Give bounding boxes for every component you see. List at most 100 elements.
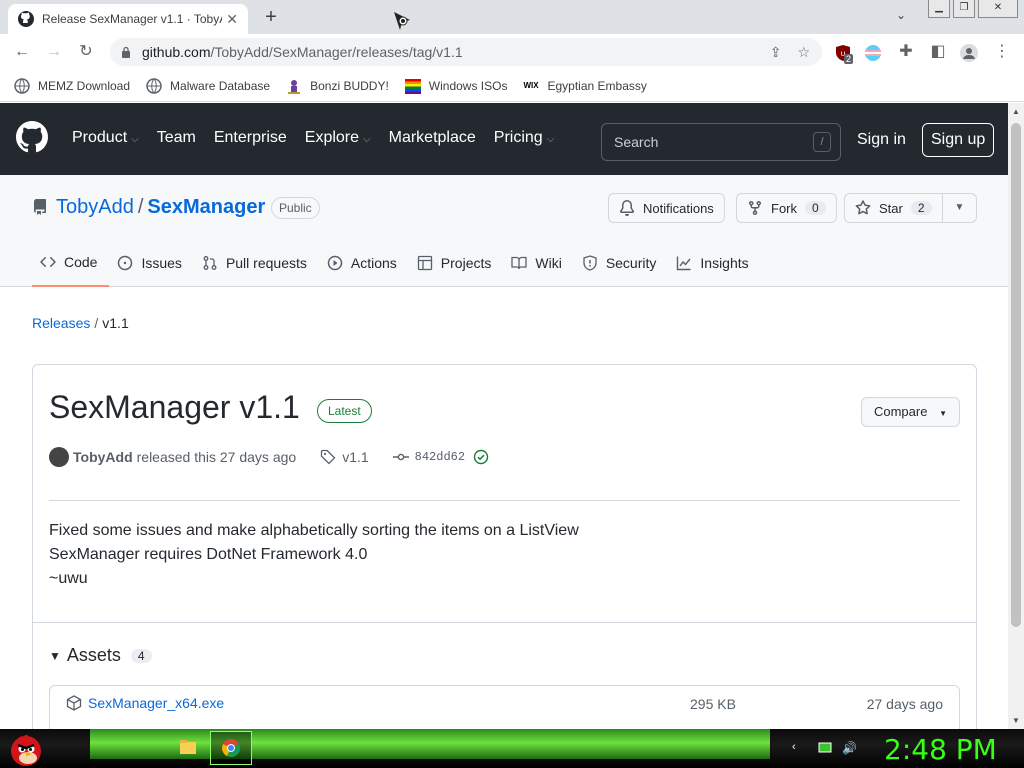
repo-header: TobyAdd / SexManager Public Notifications … [0,175,1008,287]
nav-enterprise[interactable]: Enterprise [214,129,287,147]
lock-icon [122,46,130,58]
table-icon [417,255,432,271]
asset-download-link[interactable]: SexManager_x64.exe [66,695,224,711]
scroll-down-arrow-icon[interactable]: ▼ [1012,716,1020,725]
nav-label: Product [72,129,128,146]
side-panel-icon[interactable]: ◧ [928,42,948,62]
minimize-window-icon[interactable]: ▁ [928,0,950,18]
notifications-button[interactable]: Notifications [608,193,725,223]
bookmark-memz-download[interactable]: MEMZ Download [14,77,131,94]
file-explorer-icon[interactable] [178,737,198,757]
release-tag-link[interactable]: v1.1 [320,449,369,465]
latest-badge: Latest [317,399,372,423]
scroll-up-arrow-icon[interactable]: ▲ [1012,107,1020,116]
network-icon[interactable] [818,741,832,755]
commit-icon [392,453,409,461]
book-icon [511,256,528,270]
divider [33,622,976,623]
search-shortcut-key: / [813,132,831,152]
address-bar[interactable]: github.com/TobyAdd/SexManager/releases/t… [110,38,822,66]
tab-label: Projects [440,255,492,271]
tab-actions[interactable]: Actions [319,247,409,279]
asset-date: 27 days ago [866,696,943,712]
breadcrumb-releases-link[interactable]: Releases [32,315,90,331]
tab-projects[interactable]: Projects [409,247,504,279]
bookmark-windows-isos[interactable]: Windows ISOs [404,78,507,94]
tab-wiki[interactable]: Wiki [503,247,573,279]
trans-flag-extension-icon[interactable] [864,44,882,62]
extension-badge: 2 [844,54,854,64]
taskbar-clock[interactable]: 2:48 PM [884,733,997,766]
nav-pricing[interactable]: Pricing ⌵ [494,129,555,147]
page-scrollbar[interactable]: ▲ ▼ [1008,103,1024,729]
compare-button[interactable]: Compare ▼ [860,397,960,427]
nav-marketplace[interactable]: Marketplace [389,129,476,147]
browser-tab[interactable]: Release SexManager v1.1 · TobyA ✕ [8,4,248,34]
fork-icon [749,201,761,216]
chrome-menu-icon[interactable]: ⋮ [992,42,1012,62]
release-author-link[interactable]: TobyAdd [73,449,133,465]
tab-label: Actions [350,255,397,271]
extensions-puzzle-icon[interactable]: ✚ [896,42,916,62]
sign-up-button[interactable]: Sign up [922,123,995,157]
bookmark-bonzi-buddy[interactable]: Bonzi BUDDY! [286,78,389,94]
close-window-icon[interactable]: ✕ [978,0,1018,18]
tab-insights[interactable]: Insights [668,247,760,279]
bookmark-malware-database[interactable]: Malware Database [146,77,270,94]
bookmark-egyptian-embassy[interactable]: WIX Egyptian Embassy [523,78,646,94]
assets-label: Assets [66,645,121,665]
tab-label: Pull requests [225,255,307,271]
nav-team[interactable]: Team [157,129,196,147]
nav-explore[interactable]: Explore ⌵ [305,129,371,147]
tab-code[interactable]: Code [32,247,110,287]
chrome-icon [222,739,240,757]
reload-icon[interactable]: ↻ [76,42,96,62]
repo-name-link[interactable]: SexManager [147,196,265,218]
avatar[interactable] [49,447,69,467]
scrollbar-thumb[interactable] [1011,123,1021,627]
bookmark-label: Egyptian Embassy [547,78,647,93]
angry-bird-start-icon[interactable] [6,729,46,768]
tab-search-chevron-icon[interactable]: ⌄ [896,8,906,22]
tab-pull-requests[interactable]: Pull requests [194,247,319,279]
bookmark-star-icon[interactable]: ☆ [797,44,810,61]
caret-down-icon: ▼ [939,409,947,418]
github-header: Product ⌵ Team Enterprise Explore ⌵ Market… [0,103,1008,175]
maximize-window-icon[interactable]: ❐ [953,0,975,18]
repo-owner-link[interactable]: TobyAdd [56,196,134,218]
star-button[interactable]: Star 2 ▼ [844,193,977,223]
play-icon [327,255,343,271]
released-text: released this 27 days ago [136,449,297,465]
tab-label: Wiki [535,255,562,271]
new-tab-icon[interactable]: + [260,6,282,29]
star-label: Star [879,200,903,216]
tray-chevron-icon[interactable]: ‹ [792,741,806,755]
close-tab-icon[interactable]: ✕ [226,11,238,28]
bookmarks-bar: MEMZ Download Malware Database Bonzi BUD… [0,70,1024,102]
bookmark-label: MEMZ Download [38,78,131,93]
tab-security[interactable]: Security [574,247,669,279]
forward-icon[interactable]: → [44,42,64,62]
divider [49,500,960,501]
github-logo-icon[interactable] [16,121,48,153]
release-card: SexManager v1.1 Latest Compare ▼ TobyAdd… [32,364,977,745]
share-icon[interactable]: ⇪ [770,44,782,61]
url-path: /TobyAdd/SexManager/releases/tag/v1.1 [210,44,463,60]
tag-label: v1.1 [342,449,369,465]
sign-in-link[interactable]: Sign in [857,131,906,149]
fork-button[interactable]: Fork 0 [736,193,837,223]
tab-issues[interactable]: Issues [109,247,193,279]
release-commit-link[interactable]: 842dd62 [392,449,465,465]
assets-toggle[interactable]: ▼ Assets 4 [49,645,152,666]
url-text: github.com/TobyAdd/SexManager/releases/t… [142,44,463,60]
github-search-input[interactable]: Search / [601,123,841,161]
tab-label: Security [605,255,657,271]
profile-avatar-icon[interactable] [960,44,978,62]
volume-icon[interactable]: 🔊 [842,741,857,755]
back-icon[interactable]: ← [12,42,32,62]
globe-icon [146,77,162,94]
taskbar-chrome-button[interactable] [210,731,252,765]
nav-product[interactable]: Product ⌵ [72,129,139,147]
nav-label: Explore [304,129,360,146]
star-dropdown-caret-icon[interactable]: ▼ [942,194,976,222]
